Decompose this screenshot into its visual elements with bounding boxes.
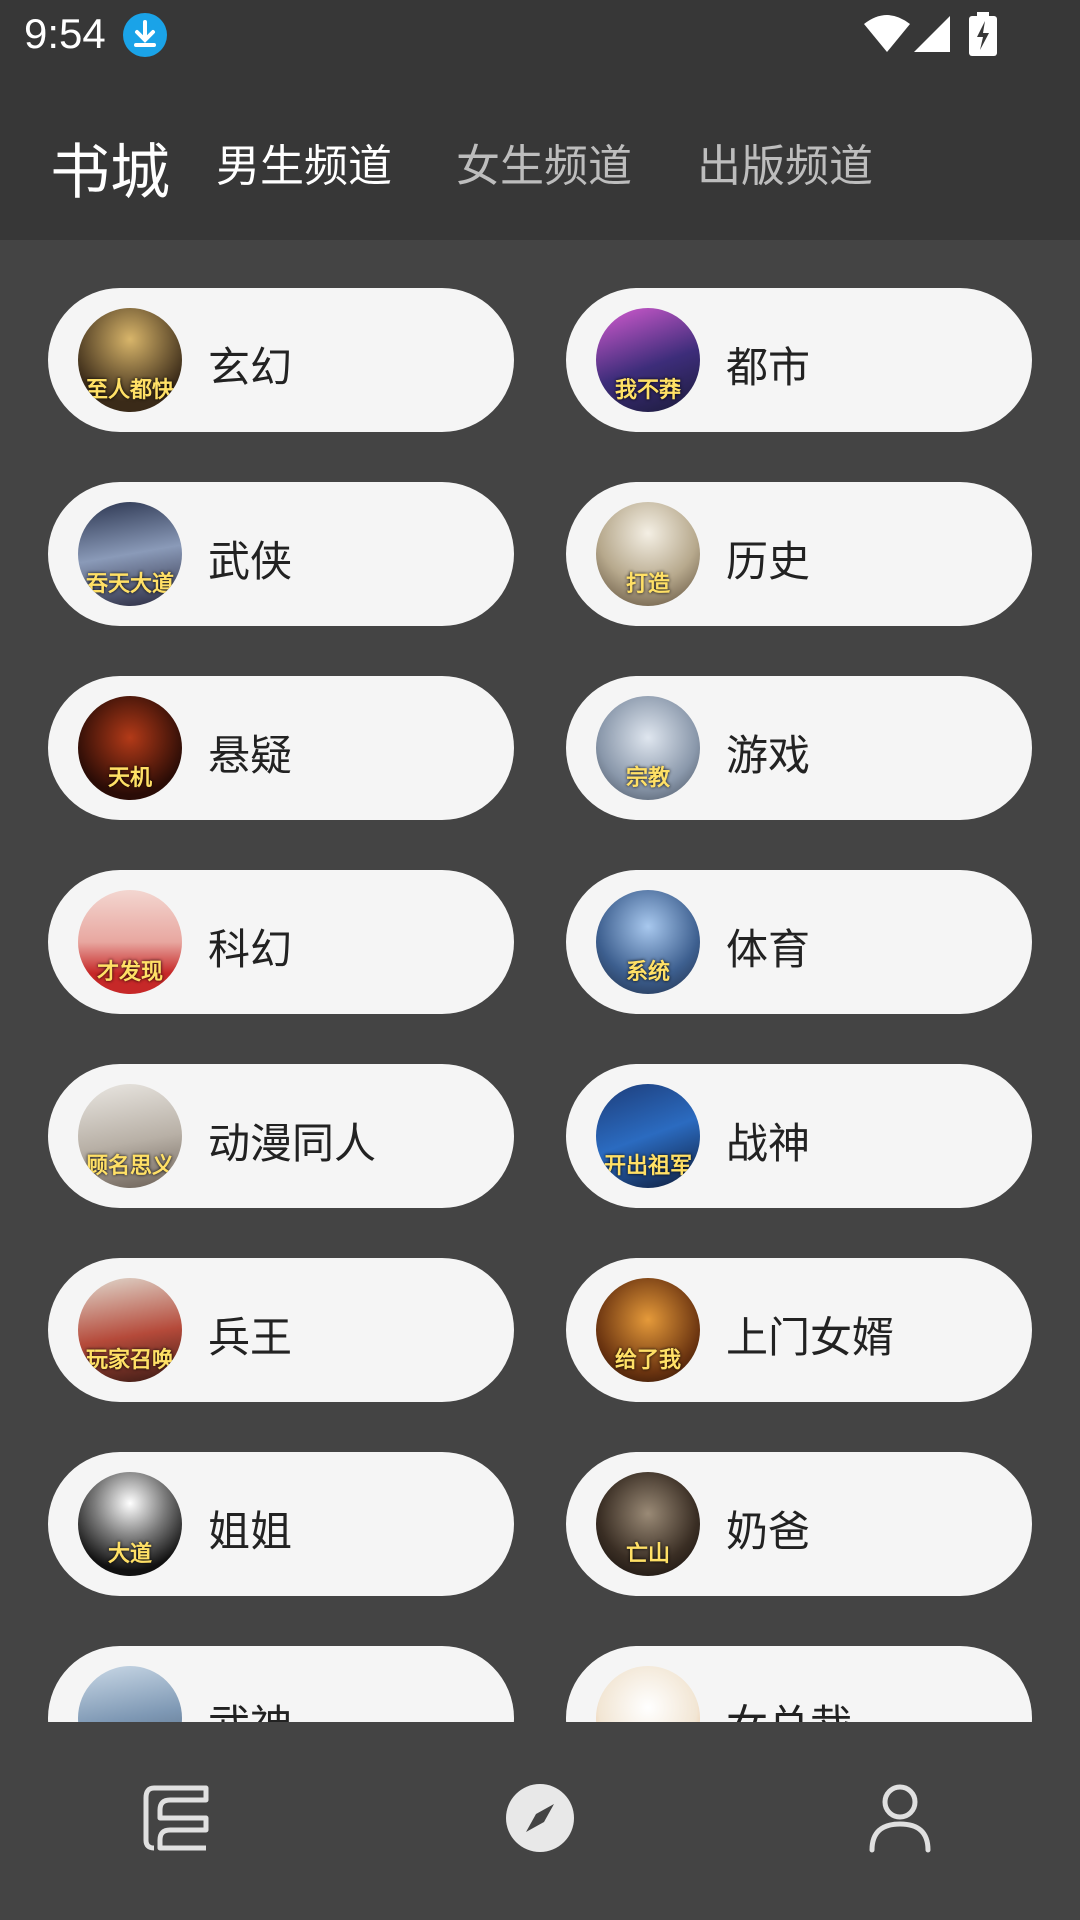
category-item[interactable]: 亡山 奶爸: [566, 1452, 1032, 1596]
category-label: 女总裁: [726, 1692, 852, 1722]
category-item[interactable]: 给了我 上门女婿: [566, 1258, 1032, 1402]
book-cover-image: 系统: [596, 890, 700, 994]
book-cover-image: 天机: [78, 696, 182, 800]
wifi-icon: [864, 15, 910, 52]
download-icon: [123, 13, 167, 57]
category-label: 历史: [726, 537, 811, 586]
category-label: 体育: [726, 925, 811, 974]
compass-icon[interactable]: [500, 1778, 580, 1858]
category-item[interactable]: 武神: [48, 1646, 514, 1722]
category-item[interactable]: 开出祖军 战神: [566, 1064, 1032, 1208]
page-title: 书城: [50, 138, 170, 208]
book-cover-image: 顾名思义: [78, 1084, 182, 1188]
book-cover-image: 我不莽: [596, 308, 700, 412]
book-cover-image: 打造: [596, 502, 700, 606]
category-label: 上门女婿: [726, 1313, 895, 1362]
category-item[interactable]: 天机 悬疑: [48, 676, 514, 820]
category-label: 科幻: [208, 925, 293, 974]
tab-male-channel[interactable]: 男生频道: [216, 130, 392, 194]
category-label: 玄幻: [208, 343, 293, 392]
book-cover-image: 玩家召唤: [78, 1278, 182, 1382]
category-label: 姐姐: [208, 1507, 293, 1556]
book-cover-image: 大道: [78, 1472, 182, 1576]
category-label: 动漫同人: [208, 1119, 377, 1168]
bookshelf-icon[interactable]: [140, 1778, 220, 1858]
category-label: 都市: [726, 343, 811, 392]
book-cover-image: 至人都快: [78, 308, 182, 412]
book-cover-image: 亡山: [596, 1472, 700, 1576]
category-item[interactable]: 顾名思义 动漫同人: [48, 1064, 514, 1208]
category-item[interactable]: 至人都快 玄幻: [48, 288, 514, 432]
category-label: 兵王: [208, 1313, 293, 1362]
app-bar: 书城 男生频道 女生频道 出版频道: [0, 72, 1080, 240]
category-item[interactable]: 玩家召唤 兵王: [48, 1258, 514, 1402]
category-label: 游戏: [726, 731, 811, 780]
category-label: 武侠: [208, 537, 293, 586]
battery-charging-icon: [969, 12, 997, 56]
signal-icon: [914, 16, 950, 52]
category-label: 战神: [726, 1119, 811, 1168]
book-cover-image: 开出祖军: [596, 1084, 700, 1188]
category-item[interactable]: 宗教 游戏: [566, 676, 1032, 820]
category-item[interactable]: 才发现 科幻: [48, 870, 514, 1014]
status-bar: 9:54: [0, 0, 1080, 72]
category-item[interactable]: 吞天大道 武侠: [48, 482, 514, 626]
category-list[interactable]: 至人都快 玄幻 我不莽 都市 吞天大道 武侠 打造 历史 天机 悬疑 宗教 游戏…: [0, 240, 1080, 1722]
category-label: 奶爸: [726, 1507, 811, 1556]
book-cover-image: 9999: [596, 1666, 700, 1722]
category-item[interactable]: 大道 姐姐: [48, 1452, 514, 1596]
book-cover-image: [78, 1666, 182, 1722]
category-item[interactable]: 系统 体育: [566, 870, 1032, 1014]
category-item[interactable]: 我不莽 都市: [566, 288, 1032, 432]
book-cover-image: 宗教: [596, 696, 700, 800]
book-cover-image: 才发现: [78, 890, 182, 994]
book-cover-image: 吞天大道: [78, 502, 182, 606]
book-cover-image: 给了我: [596, 1278, 700, 1382]
category-item[interactable]: 9999 女总裁: [566, 1646, 1032, 1722]
tab-publish-channel[interactable]: 出版频道: [697, 130, 873, 194]
category-label: 武神: [208, 1692, 292, 1722]
category-label: 悬疑: [208, 731, 293, 780]
profile-icon[interactable]: [860, 1778, 940, 1858]
tab-female-channel[interactable]: 女生频道: [456, 130, 632, 194]
status-time: 9:54: [24, 10, 106, 57]
category-item[interactable]: 打造 历史: [566, 482, 1032, 626]
bottom-nav: [0, 1722, 1080, 1920]
